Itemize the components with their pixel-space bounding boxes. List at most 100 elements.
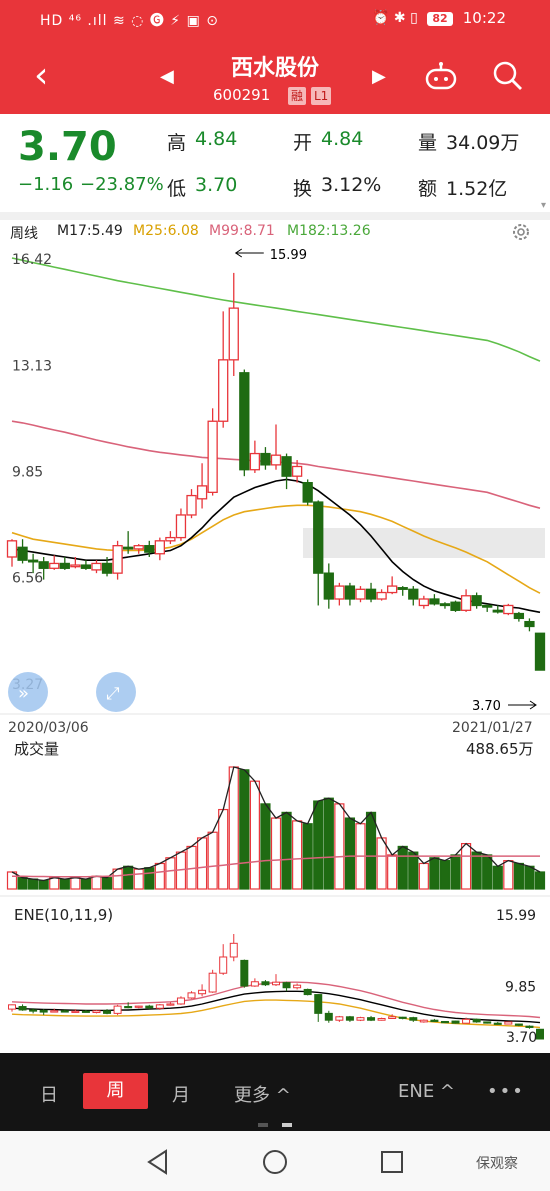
tab-week[interactable]: 周 <box>83 1073 148 1109</box>
ene-candle <box>92 1009 101 1014</box>
price-change-pct: −23.87% <box>80 174 164 195</box>
volume-bar <box>28 878 39 890</box>
ene-candle-body <box>261 981 270 986</box>
gap-highlight-box <box>303 528 545 558</box>
candle <box>218 311 229 428</box>
ene-candle <box>39 1009 48 1016</box>
ene-candle <box>113 1004 122 1016</box>
price-axis-label: 16.42 <box>12 252 52 268</box>
candle <box>429 594 440 606</box>
ene-candle <box>8 1004 16 1012</box>
ene-candle-body <box>176 997 185 1005</box>
page-indicator-active <box>282 1123 292 1127</box>
volume-bar <box>313 800 324 890</box>
ene-candle-body <box>314 994 323 1014</box>
ene-candle-body <box>113 1005 122 1014</box>
ene-candle <box>483 1021 492 1024</box>
volume-bar <box>492 865 503 890</box>
tab-more[interactable]: 更多 ^ <box>234 1081 291 1107</box>
robot-icon[interactable] <box>424 62 458 92</box>
candle-body <box>49 562 60 569</box>
candle <box>186 489 197 519</box>
search-icon[interactable] <box>492 60 524 92</box>
ene-candle-body <box>409 1017 418 1021</box>
ma25-line <box>11 504 541 594</box>
ene-candle-body <box>145 1005 154 1009</box>
collapse-icon[interactable]: ▾ <box>541 200 546 211</box>
period-tab-bar: 日 周 月 更多 ^ ENE ^ ••• <box>0 1053 550 1131</box>
volume-bar <box>59 878 70 890</box>
candle <box>471 592 482 609</box>
volume-bar <box>387 854 398 890</box>
turnover-label: 换 <box>293 178 313 200</box>
candle-body <box>218 359 229 422</box>
candle-body <box>91 562 102 571</box>
candle-body <box>186 494 197 516</box>
candle-body <box>450 601 461 611</box>
candle-body <box>471 595 482 607</box>
volume-bar <box>323 797 334 890</box>
candle-body <box>38 561 49 569</box>
nav-back-icon[interactable] <box>146 1149 170 1175</box>
candle-body <box>387 585 398 594</box>
open-value: 4.84 <box>321 128 364 150</box>
ene-candle-body <box>345 1016 354 1021</box>
candle <box>503 603 514 616</box>
volume-bar <box>418 862 429 890</box>
volume-bar <box>239 769 250 890</box>
candle-body <box>207 420 218 493</box>
nav-recent-icon[interactable] <box>380 1150 404 1174</box>
volume-bar <box>281 811 292 890</box>
candle-body <box>355 588 366 600</box>
ene-candle-body <box>39 1009 48 1013</box>
gear-icon[interactable] <box>510 221 532 243</box>
ene-candle <box>335 1015 344 1022</box>
ene-candle-body <box>250 981 259 987</box>
candle-body <box>429 598 440 605</box>
candle <box>260 447 271 470</box>
nav-home-icon[interactable] <box>262 1149 288 1175</box>
tab-ene[interactable]: ENE ^ <box>398 1081 455 1102</box>
candle <box>344 582 356 606</box>
volume-bar <box>6 871 18 890</box>
volume-bar <box>450 854 461 890</box>
candle <box>165 531 176 545</box>
ene-candle <box>166 1002 175 1006</box>
ene-candle-body <box>335 1016 344 1021</box>
volume-bar <box>133 868 144 890</box>
candle-body <box>418 598 429 607</box>
ene-candle-body <box>430 1019 439 1022</box>
stock-code: 600291 <box>213 86 271 104</box>
tab-day[interactable]: 日 <box>40 1081 58 1107</box>
ene-candle-body <box>18 1006 27 1011</box>
status-right-icons: ⏰ ✱ ▯ <box>372 10 418 26</box>
kline-chart[interactable]: 16.4213.139.856.563.2715.993.702020/03/0… <box>0 244 550 1046</box>
ene-candle <box>367 1015 376 1022</box>
candle-body <box>59 562 70 569</box>
volume-bar <box>292 820 303 890</box>
ene-candle-body <box>29 1009 38 1012</box>
candle-body <box>123 546 134 550</box>
candle-body <box>397 587 408 590</box>
triangle-right-icon[interactable]: ▶ <box>372 66 386 87</box>
candle <box>355 586 366 603</box>
watermark: 保观察 <box>476 1156 518 1172</box>
candle-body <box>175 514 187 539</box>
start-date-label: 2020/03/06 <box>8 720 89 736</box>
volume-bar <box>38 879 49 890</box>
tab-month[interactable]: 月 <box>172 1081 190 1107</box>
ene-candle <box>272 974 280 987</box>
ene-candle-body <box>208 972 217 993</box>
more-dots-icon[interactable]: ••• <box>487 1081 525 1102</box>
price-change: −1.16 <box>18 174 74 195</box>
ene-candle-body <box>493 1022 502 1025</box>
ene-candle <box>525 1025 534 1029</box>
ene-candle <box>240 959 249 988</box>
candle-body <box>291 465 303 477</box>
ene-candle-body <box>60 1010 69 1013</box>
ene-candle-body <box>293 984 302 989</box>
volume-bar <box>460 843 472 890</box>
ene-candle-body <box>483 1021 492 1024</box>
volume-bar <box>429 857 440 890</box>
candle-body <box>260 452 271 466</box>
